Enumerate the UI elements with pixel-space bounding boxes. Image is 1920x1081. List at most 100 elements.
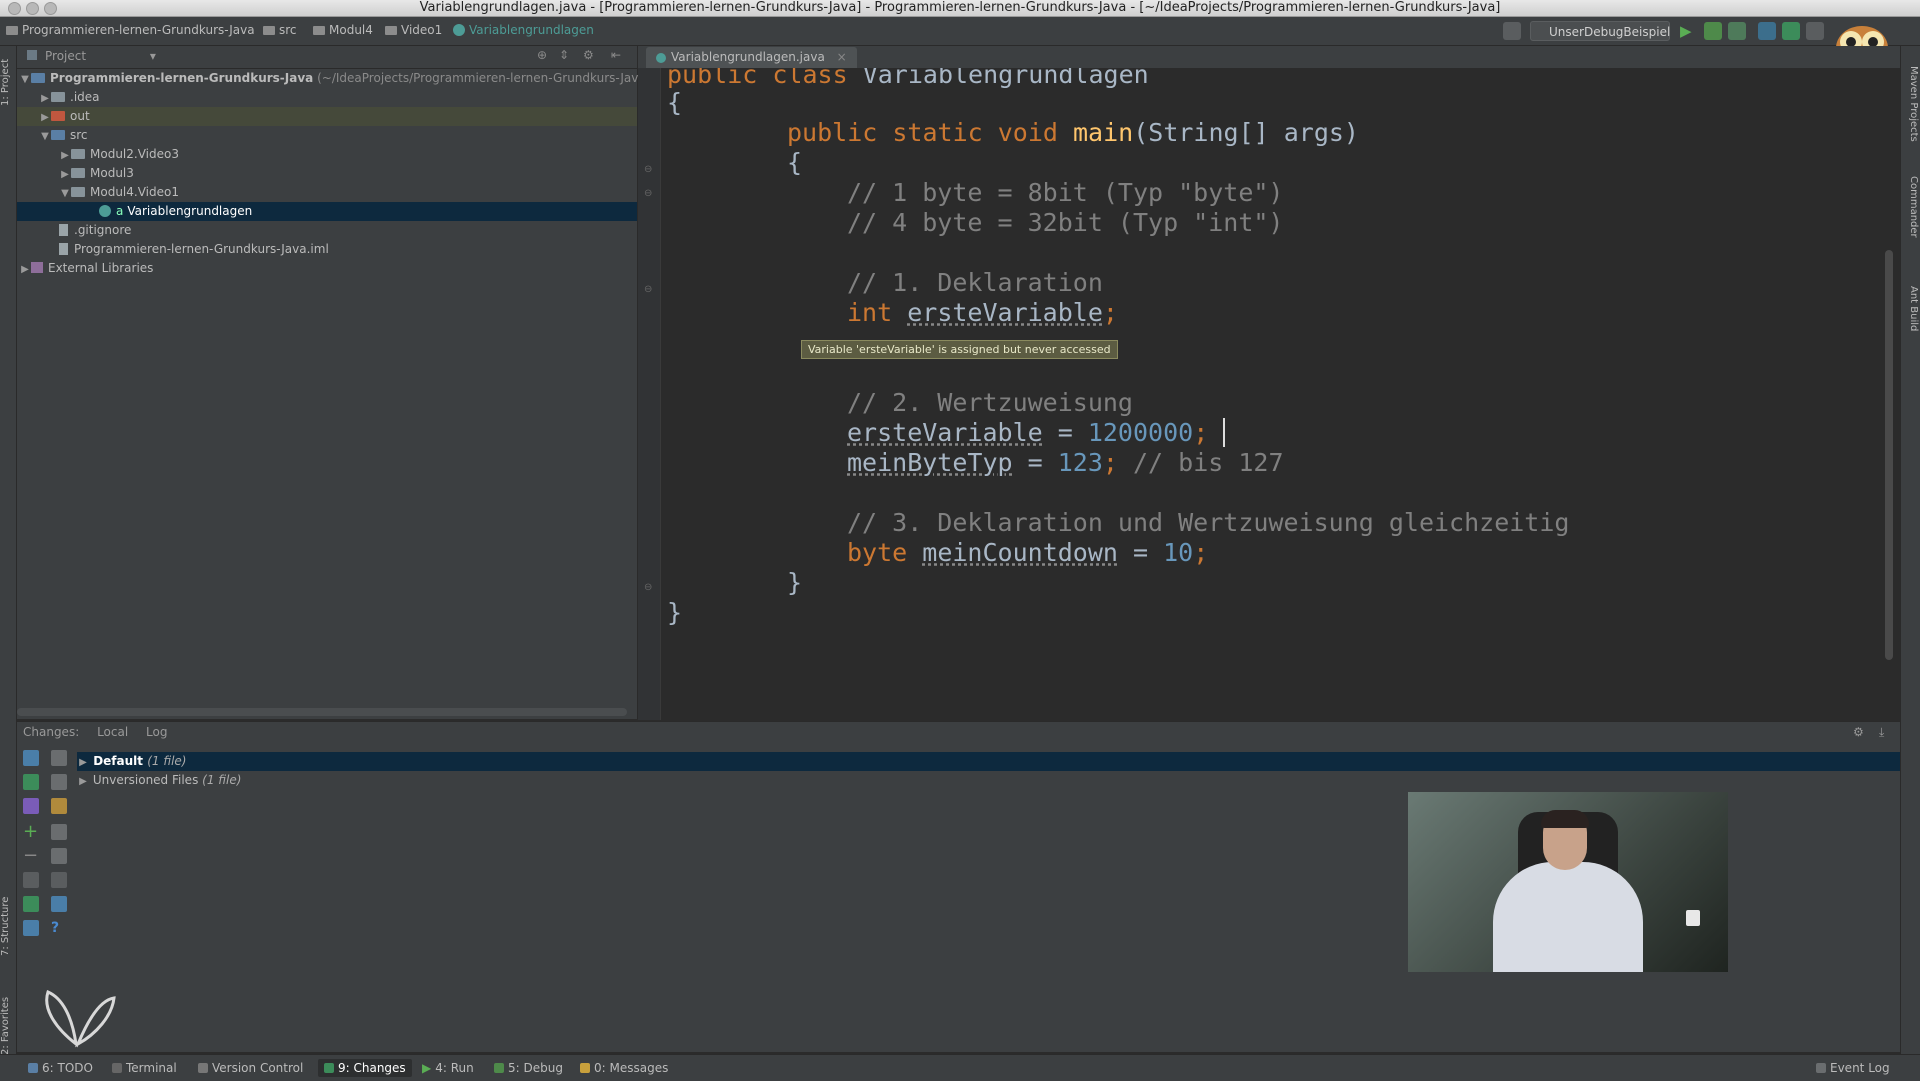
code-line-main-close: } [787,568,803,597]
close-tab-icon[interactable]: × [837,50,847,64]
vcs-update-icon[interactable] [1758,22,1776,40]
tree-item-variablengrundlagen[interactable]: a Variablengrundlagen [17,202,637,221]
remove-changelist-icon[interactable]: − [23,847,39,865]
breadcrumb-modul4[interactable]: Modul4 [313,23,373,37]
scroll-from-source-icon[interactable]: ⊕ [537,48,547,62]
preview-icon[interactable] [51,896,67,912]
vcs-commit-icon[interactable] [1782,22,1800,40]
code-line-comment-deklaration: // 1. Deklaration [847,268,1103,297]
diff-icon[interactable] [51,848,67,864]
expand-arrow-icon[interactable]: ▼ [39,127,51,146]
inspection-tooltip: Variable 'ersteVariable' is assigned but… [801,340,1118,359]
expand-arrow-icon[interactable]: ▼ [19,70,31,89]
minimize-window-button[interactable] [26,2,39,15]
run-configuration-dropdown[interactable]: UnserDebugBeispiel ▾ [1530,21,1670,59]
debug-icon[interactable] [1704,22,1722,40]
run-icon: ▶ [422,1061,432,1075]
structure-tool-tab[interactable]: 7: Structure [0,886,16,966]
expand-arrow-icon[interactable]: ▶ [39,108,51,127]
settings-gear-icon[interactable]: ⚙ [1853,722,1864,742]
code-editor[interactable]: public class Variablengrundlagen { publi… [661,68,1900,720]
terminal-tool-button[interactable]: Terminal [106,1059,183,1077]
run-tool-button[interactable]: ▶ 4: Run [416,1059,480,1077]
settings-gear-icon[interactable]: ⚙ [583,48,594,62]
breadcrumb-project[interactable]: Programmieren-lernen-Grundkurs-Java [6,23,255,37]
expand-arrow-icon[interactable]: ▶ [77,753,89,772]
debug-tool-button[interactable]: 5: Debug [488,1059,569,1077]
expand-arrow-icon[interactable]: ▶ [77,772,89,791]
changelist-default[interactable]: ▶ Default (1 file) [77,752,1900,771]
copy-icon[interactable] [51,824,67,840]
tree-item-modul3[interactable]: ▶ Modul3 [17,164,637,183]
checkbox-icon[interactable] [23,872,39,888]
tree-item-src[interactable]: ▼ src [17,126,637,145]
project-view-selector[interactable]: Project ▾ [45,49,156,63]
add-changelist-icon[interactable]: + [23,823,39,841]
expand-arrow-icon[interactable]: ▶ [19,260,31,279]
messages-icon [580,1063,590,1073]
group-icon[interactable] [51,872,67,888]
tree-item-external-libraries[interactable]: ▶ External Libraries [17,259,637,278]
editor-gutter[interactable]: ⊖ ⊖ ⊖ ⊖ [638,68,661,720]
expand-arrow-icon[interactable]: ▶ [59,165,71,184]
module-file-icon [59,243,68,255]
hide-panel-icon[interactable]: ⇤ [611,48,621,62]
collapse-all-icon[interactable] [51,774,67,790]
breadcrumb-src[interactable]: src [263,23,297,37]
fold-icon[interactable]: ⊖ [644,582,652,593]
tree-item-gitignore[interactable]: .gitignore [17,221,637,240]
fold-icon[interactable]: ⊖ [644,284,652,295]
todo-tool-button[interactable]: 6: TODO [22,1059,99,1077]
changelist-unversioned[interactable]: ▶ Unversioned Files (1 file) [77,771,1900,790]
breadcrumb-class[interactable]: Variablengrundlagen [453,23,594,37]
tree-item-modul2-video3[interactable]: ▶ Modul2.Video3 [17,145,637,164]
ant-build-tab[interactable]: Ant Build [1903,286,1919,331]
tree-item-modul4-video1[interactable]: ▼ Modul4.Video1 [17,183,637,202]
tab-local[interactable]: Local [97,725,128,739]
refresh-icon[interactable] [23,750,39,766]
expand-arrow-icon[interactable]: ▼ [59,184,71,203]
messages-tool-button[interactable]: 0: Messages [574,1059,674,1077]
vcs-commit-icon[interactable] [23,774,39,790]
event-log-button[interactable]: Event Log [1810,1059,1896,1077]
editor-vertical-scrollbar[interactable] [1885,250,1893,660]
collapse-all-icon[interactable]: ⇕ [559,48,569,62]
fold-icon[interactable]: ⊖ [644,188,652,199]
project-horizontal-scrollbar[interactable] [17,708,627,716]
commander-tab[interactable]: Commander [1903,176,1919,238]
changes-tool-button[interactable]: 9: Changes [318,1059,412,1077]
tree-item-out[interactable]: ▶ out [17,107,637,126]
tree-item-iml[interactable]: Programmieren-lernen-Grundkurs-Java.iml [17,240,637,259]
hide-panel-icon[interactable]: ⤓ [1879,722,1884,742]
close-window-button[interactable] [8,2,21,15]
build-icon[interactable] [1503,22,1521,40]
fold-icon[interactable]: ⊖ [644,164,652,175]
tree-item-idea[interactable]: ▶ .idea [17,88,637,107]
breadcrumb-video1[interactable]: Video1 [385,23,442,37]
tree-item-project-root[interactable]: ▼ Programmieren-lernen-Grundkurs-Java (~/… [17,69,650,89]
expand-arrow-icon[interactable]: ▶ [59,146,71,165]
move-icon[interactable] [23,896,39,912]
lock-icon[interactable] [23,920,39,936]
vcs-history-icon[interactable] [1806,22,1824,40]
coverage-icon[interactable] [1728,22,1746,40]
maven-projects-tab[interactable]: Maven Projects [1903,66,1919,142]
help-icon[interactable]: ? [51,920,67,936]
project-tool-tab[interactable]: 1: Project [0,52,16,112]
version-control-tool-button[interactable]: Version Control [192,1059,309,1077]
editor-tab-variablengrundlagen[interactable]: Variablengrundlagen.java × [646,47,857,68]
terminal-icon [112,1063,122,1073]
rollback-icon[interactable] [23,798,39,814]
tab-log[interactable]: Log [146,725,167,739]
run-icon[interactable]: ▶ [1680,22,1698,40]
left-tool-strip: 1: Project 7: Structure 2: Favorites [0,46,17,1055]
code-line-countdown: byte meinCountdown = 10; [847,538,1209,567]
folder-icon [51,92,65,102]
expand-arrow-icon[interactable]: ▶ [39,89,51,108]
package-icon [71,149,85,159]
zoom-window-button[interactable] [44,2,57,15]
expand-all-icon[interactable] [51,750,67,766]
code-line-comment-wertzuweisung: // 2. Wertzuweisung [847,388,1133,417]
shelve-icon[interactable] [51,798,67,814]
folder-icon [6,26,18,35]
